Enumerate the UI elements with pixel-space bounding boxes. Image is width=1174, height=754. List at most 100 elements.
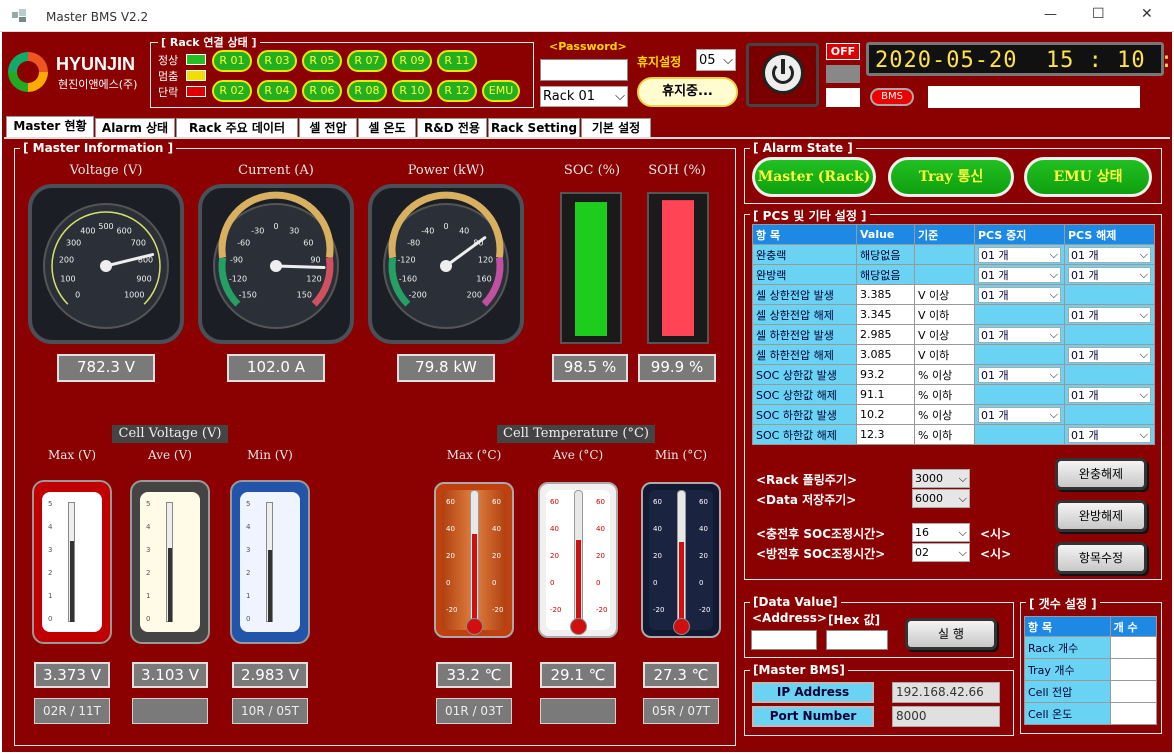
thermometer-tick: 40 [596,525,605,533]
discharge-select[interactable]: 02 ⌵ [912,543,970,562]
pcs-release-cell: 01 개 ⌵ [1064,304,1155,325]
table-row: 셀 하한전압 발생 2.985 V 이상 01 개 ⌵ [752,324,1155,345]
full-discharge-release-button[interactable]: 완방해제 [1055,500,1147,532]
table-row: 셀 상한전압 해제 3.345 V 이하 01 개 ⌵ [752,304,1155,325]
pcs-stop-select[interactable]: 01 개 ⌵ [978,246,1061,263]
pcs-release-cell: 01 개 ⌵ [1064,264,1155,285]
pcs-item: 완충랙 [752,244,857,265]
thermometer-tick: -20 [596,606,608,614]
count-item: Tray 개수 [1024,658,1111,681]
thermometer-tick: 40 [492,525,501,533]
pcs-value[interactable]: 3.345 [856,304,915,325]
ip-address-field[interactable]: 192.168.42.66 [892,682,1000,703]
save-select[interactable]: 6000 ⌵ [912,489,970,508]
chevron-down-icon: ⌵ [958,525,967,539]
power-tick-label: -200 [409,290,427,299]
pcs-stop-select[interactable]: 01 개 ⌵ [978,406,1061,423]
address-input[interactable] [751,630,817,650]
hex-input[interactable] [826,630,888,650]
thermometer-tick: 20 [699,552,708,560]
pcs-value[interactable]: 93.2 [856,364,915,385]
power-tick-label: 200 [467,290,482,299]
pcs-release-select[interactable]: 01 개 ⌵ [1068,426,1151,443]
pcs-release-cell [1064,284,1155,305]
voltage-tick-label: 700 [131,238,146,247]
voltage-tick-label: 300 [66,238,81,247]
cell-voltage-tick: 1 [146,592,151,600]
table-row: SOC 상한값 발생 93.2% 이상 01 개 ⌵ [752,364,1155,385]
execute-button[interactable]: 실 행 [905,618,997,650]
cell-temp-location: 01R / 03T [436,698,512,724]
current-tick-label: -120 [229,274,247,283]
count-value[interactable] [1109,636,1158,659]
pcs-release-select[interactable]: 01 개 ⌵ [1068,266,1151,283]
current-value: 102.0 A [227,354,325,382]
chevron-down-icon: ⌵ [958,471,967,485]
current-tick-label: -60 [237,238,250,247]
pcs-header: PCS 해제 [1064,224,1155,245]
pcs-stop-select[interactable]: 01 개 ⌵ [978,286,1061,303]
cell-voltage-gauge: 0 1 2 3 4 5 [230,480,310,644]
count-value[interactable] [1109,680,1158,703]
power-tick-label: 120 [478,256,493,265]
pcs-stop-select[interactable]: 01 개 ⌵ [978,326,1061,343]
current-tick-label: 30 [289,226,299,235]
pcs-stop-select[interactable]: 01 개 ⌵ [978,266,1061,283]
pcs-std: % 이상 [914,364,975,385]
cell-voltage-fill [168,547,172,622]
pcs-release-select[interactable]: 01 개 ⌵ [1068,246,1151,263]
thermometer-bulb [570,618,587,635]
count-table: 항 목개 수 Rack 개수 Tray 개수 Cell 전압 Cell 온도 [1024,616,1158,725]
pcs-value[interactable]: 91.1 [856,384,915,405]
pcs-release-value: 01 개 [1071,388,1099,402]
count-value[interactable] [1109,702,1158,725]
pcs-stop-value: 01 개 [981,408,1009,422]
alarm-1-button[interactable]: Tray 통신 [888,157,1014,197]
pcs-value[interactable]: 12.3 [856,424,915,445]
thermometer-tick: 20 [653,552,662,560]
pcs-release-select[interactable]: 01 개 ⌵ [1068,306,1151,323]
cell-voltage-col-label: Max (V) [47,448,97,462]
chevron-down-icon: ⌵ [1139,267,1148,281]
pcs-release-cell [1064,404,1155,425]
chevron-down-icon: ⌵ [1049,267,1058,281]
pcs-value[interactable]: 3.085 [856,344,915,365]
charge-select[interactable]: 16 ⌵ [912,523,970,542]
pcs-stop-select[interactable]: 01 개 ⌵ [978,366,1061,383]
cell-voltage-tick: 3 [48,546,53,554]
thermometer-bulb [466,618,483,635]
pcs-value[interactable]: 10.2 [856,404,915,425]
save-value: 6000 [915,492,943,505]
polling-select[interactable]: 3000 ⌵ [912,469,970,488]
voltage-value: 782.3 V [57,354,155,382]
port-number-field[interactable]: 8000 [892,706,1000,727]
table-row: SOC 상한값 해제 91.1% 이하 01 개 ⌵ [752,384,1155,405]
pcs-stop-cell: 01 개 ⌵ [974,284,1065,305]
count-value[interactable] [1109,658,1158,681]
pcs-item: 셀 하한전압 발생 [752,324,857,345]
power-value: 79.8 kW [397,354,495,382]
modify-items-button[interactable]: 항목수정 [1055,542,1147,574]
cell-voltage-col-label: Ave (V) [148,448,192,462]
cell-voltage-tick: 4 [246,523,251,531]
pcs-value[interactable]: 3.385 [856,284,915,305]
pcs-release-select[interactable]: 01 개 ⌵ [1068,386,1151,403]
pcs-value[interactable]: 2.985 [856,324,915,345]
alarm-0-button[interactable]: Master (Rack) [752,157,876,197]
thermometer-tick: 60 [699,498,708,506]
cell-voltage-tick: 1 [48,592,53,600]
pcs-release-select[interactable]: 01 개 ⌵ [1068,346,1151,363]
cell-voltage-tick: 5 [48,500,53,508]
polling-value: 3000 [915,472,943,485]
thermometer-mercury [576,539,581,620]
thermometer-tick: 0 [596,579,601,587]
alarm-2-button[interactable]: EMU 상태 [1024,157,1152,197]
pcs-stop-cell: 01 개 ⌵ [974,364,1065,385]
full-charge-release-button[interactable]: 완충해제 [1055,458,1147,490]
table-row: 완방랙 해당없음 01 개 ⌵ 01 개 ⌵ [752,264,1155,285]
current-tick-label: 150 [297,290,312,299]
cell-voltage-tick: 2 [146,569,151,577]
cell-voltage-tick: 5 [146,500,151,508]
pcs-stop-value: 01 개 [981,288,1009,302]
thermometer-mercury [679,542,684,620]
